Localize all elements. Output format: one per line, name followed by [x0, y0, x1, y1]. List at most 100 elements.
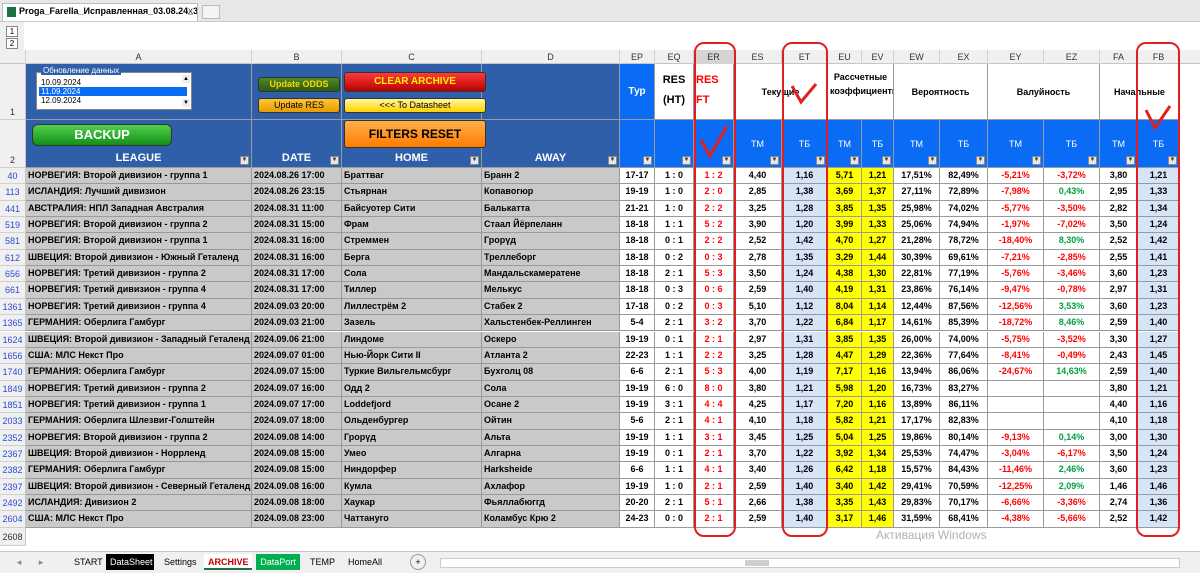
- table-cell[interactable]: 7,20: [828, 396, 862, 414]
- table-cell[interactable]: 5,82: [828, 413, 862, 430]
- table-cell[interactable]: 3,40: [734, 462, 782, 479]
- table-cell[interactable]: 2024.08.31 16:00: [252, 233, 342, 250]
- table-cell[interactable]: 2024.09.07 18:00: [252, 413, 342, 430]
- row-header[interactable]: 1740: [0, 364, 26, 381]
- table-cell[interactable]: 0 : 3: [694, 298, 734, 316]
- data-update-list-item[interactable]: 11.09.2024: [39, 87, 187, 96]
- table-cell[interactable]: Байсуотер Сити: [342, 200, 482, 218]
- table-cell[interactable]: Бухголц 08: [482, 364, 620, 381]
- table-cell[interactable]: 2,09%: [1044, 478, 1100, 495]
- column-header[interactable]: A: [26, 50, 252, 64]
- filter-dropdown-icon[interactable]: ▼: [928, 156, 937, 165]
- table-cell[interactable]: -3,50%: [1044, 200, 1100, 218]
- table-cell[interactable]: 1,24: [1138, 445, 1180, 463]
- table-cell[interactable]: 19-19: [620, 478, 655, 495]
- row-header[interactable]: 2382: [0, 462, 26, 479]
- table-cell[interactable]: 1,37: [862, 184, 894, 201]
- table-cell[interactable]: 5-6: [620, 413, 655, 430]
- table-cell[interactable]: 1,21: [1138, 168, 1180, 185]
- table-cell[interactable]: США: МЛС Некст Про: [26, 511, 252, 528]
- table-cell[interactable]: 2 : 1: [694, 445, 734, 463]
- table-cell[interactable]: 4 : 1: [694, 413, 734, 430]
- table-cell[interactable]: Треллеборг: [482, 249, 620, 267]
- table-cell[interactable]: НОРВЕГИЯ: Третий дивизион - группа 4: [26, 282, 252, 299]
- table-cell[interactable]: 19-19: [620, 184, 655, 201]
- table-cell[interactable]: ГЕРМАНИЯ: Оберлига Шлезвиг-Голштейн: [26, 413, 252, 430]
- sheet-tab-temp[interactable]: TEMP: [306, 554, 338, 570]
- table-cell[interactable]: 29,41%: [894, 478, 940, 495]
- table-cell[interactable]: 0 : 0: [655, 511, 694, 528]
- table-cell[interactable]: 4,25: [734, 396, 782, 414]
- table-cell[interactable]: 1 : 0: [655, 478, 694, 495]
- table-cell[interactable]: 12,44%: [894, 298, 940, 316]
- table-cell[interactable]: 2024.09.03 21:00: [252, 315, 342, 332]
- table-cell[interactable]: 1,35: [862, 331, 894, 348]
- table-cell[interactable]: 19-19: [620, 396, 655, 414]
- table-cell[interactable]: 1,42: [1138, 233, 1180, 250]
- table-cell[interactable]: 1,25: [862, 429, 894, 446]
- table-cell[interactable]: -5,77%: [988, 200, 1044, 218]
- table-cell[interactable]: 87,56%: [940, 298, 988, 316]
- table-cell[interactable]: НОРВЕГИЯ: Второй дивизион - группа 2: [26, 217, 252, 234]
- table-cell[interactable]: Зазель: [342, 315, 482, 332]
- table-cell[interactable]: 22,81%: [894, 266, 940, 283]
- filter-dropdown-icon[interactable]: ▼: [682, 156, 691, 165]
- table-cell[interactable]: Мелькус: [482, 282, 620, 299]
- close-icon[interactable]: x: [188, 6, 193, 17]
- table-cell[interactable]: 0 : 2: [655, 249, 694, 267]
- table-cell[interactable]: 4,19: [828, 282, 862, 299]
- table-cell[interactable]: 83,27%: [940, 380, 988, 397]
- table-cell[interactable]: 3,99: [828, 217, 862, 234]
- table-cell[interactable]: 2 : 1: [655, 495, 694, 512]
- table-cell[interactable]: 1 : 1: [655, 462, 694, 479]
- table-cell[interactable]: 4,70: [828, 233, 862, 250]
- table-cell[interactable]: ШВЕЦИЯ: Второй дивизион - Северный Гетал…: [26, 478, 252, 495]
- scroll-down-icon[interactable]: ▼: [182, 99, 190, 107]
- column-header[interactable]: EU: [828, 50, 862, 64]
- table-cell[interactable]: 2024.09.08 16:00: [252, 478, 342, 495]
- outline-level-2-button[interactable]: 2: [6, 38, 18, 49]
- table-cell[interactable]: -3,52%: [1044, 331, 1100, 348]
- table-cell[interactable]: 3,60: [1100, 462, 1138, 479]
- table-cell[interactable]: 4,00: [734, 364, 782, 381]
- table-cell[interactable]: 1,43: [862, 495, 894, 512]
- table-cell[interactable]: 5-4: [620, 315, 655, 332]
- table-cell[interactable]: 8 : 0: [694, 380, 734, 397]
- table-cell[interactable]: 3,25: [734, 200, 782, 218]
- table-cell[interactable]: 74,02%: [940, 200, 988, 218]
- sheet-tab-settings[interactable]: Settings: [160, 554, 198, 570]
- table-cell[interactable]: 30,39%: [894, 249, 940, 267]
- row-header[interactable]: 2604: [0, 511, 26, 528]
- row-header[interactable]: 40: [0, 168, 26, 185]
- table-cell[interactable]: -6,17%: [1044, 445, 1100, 463]
- table-cell[interactable]: НОРВЕГИЯ: Второй дивизион - группа 1: [26, 233, 252, 250]
- table-cell[interactable]: 5 : 1: [694, 495, 734, 512]
- table-cell[interactable]: 1,24: [1138, 217, 1180, 234]
- table-cell[interactable]: 3,85: [828, 200, 862, 218]
- table-cell[interactable]: 0 : 1: [655, 233, 694, 250]
- table-cell[interactable]: 1,28: [782, 200, 828, 218]
- table-cell[interactable]: 25,98%: [894, 200, 940, 218]
- table-cell[interactable]: 2024.08.31 17:00: [252, 282, 342, 299]
- table-cell[interactable]: 2024.09.08 14:00: [252, 429, 342, 446]
- table-cell[interactable]: 20-20: [620, 495, 655, 512]
- table-cell[interactable]: 78,72%: [940, 233, 988, 250]
- table-cell[interactable]: [1044, 380, 1100, 397]
- table-cell[interactable]: 82,83%: [940, 413, 988, 430]
- table-cell[interactable]: -5,21%: [988, 168, 1044, 185]
- table-cell[interactable]: 1,21: [1138, 380, 1180, 397]
- table-cell[interactable]: 1,21: [862, 168, 894, 185]
- table-cell[interactable]: НОРВЕГИЯ: Третий дивизион - группа 2: [26, 380, 252, 397]
- table-cell[interactable]: 1 : 0: [655, 200, 694, 218]
- table-cell[interactable]: 2,97: [1100, 282, 1138, 299]
- table-cell[interactable]: 4,40: [734, 168, 782, 185]
- table-cell[interactable]: 18-18: [620, 266, 655, 283]
- table-cell[interactable]: 1,20: [862, 380, 894, 397]
- new-tab-button[interactable]: [202, 5, 220, 19]
- row-header[interactable]: 2492: [0, 495, 26, 512]
- table-cell[interactable]: 1,30: [1138, 429, 1180, 446]
- table-cell[interactable]: 1,33: [1138, 184, 1180, 201]
- table-cell[interactable]: 1,29: [862, 347, 894, 365]
- table-cell[interactable]: 68,41%: [940, 511, 988, 528]
- table-cell[interactable]: 2024.08.31 15:00: [252, 217, 342, 234]
